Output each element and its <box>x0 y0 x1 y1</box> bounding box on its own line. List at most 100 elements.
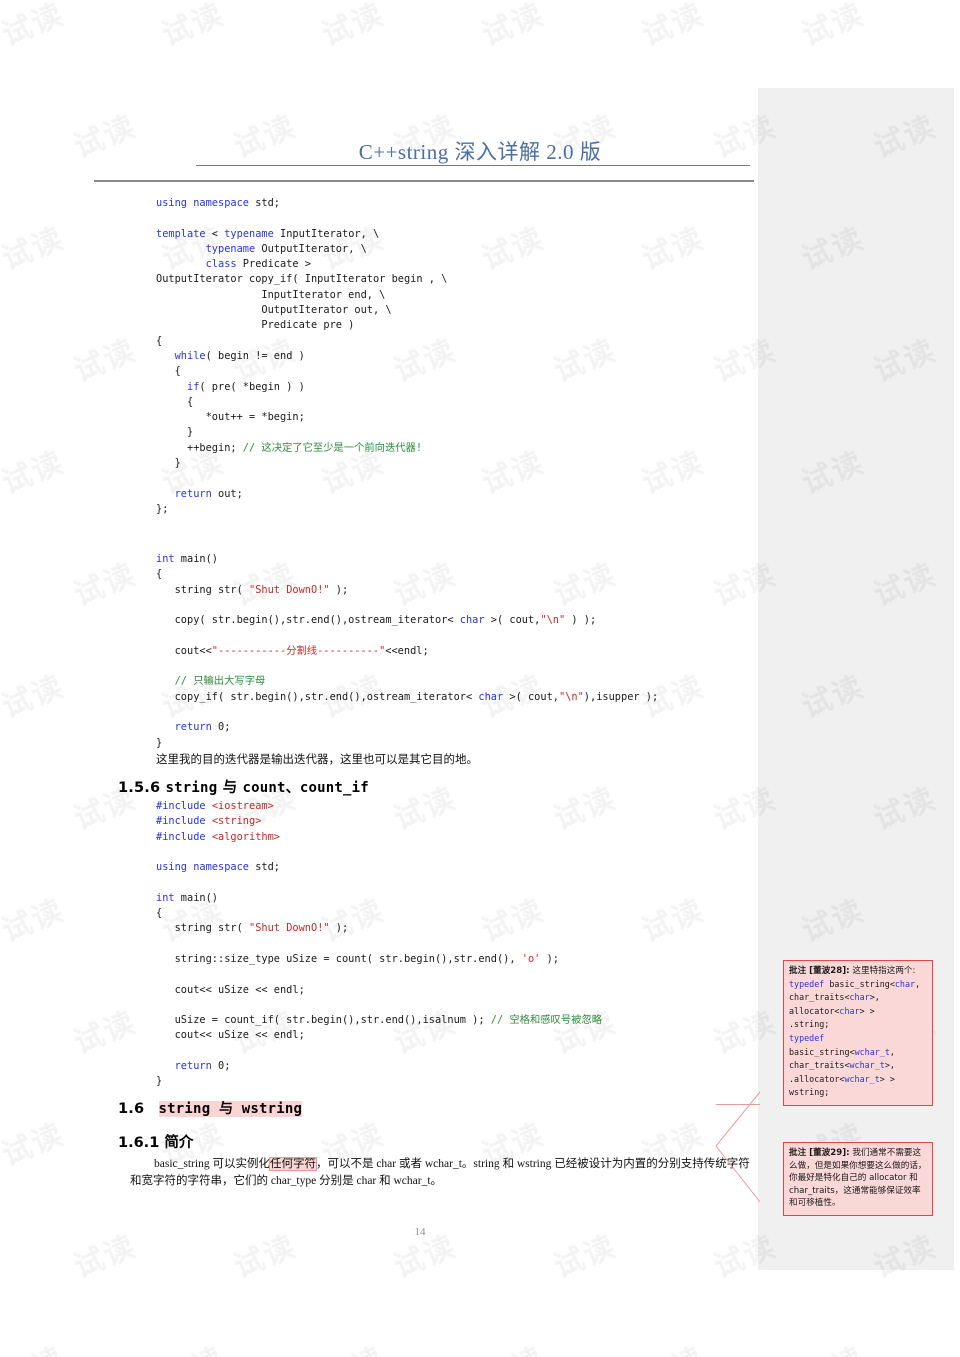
comment-code-token: char_traits< <box>789 1060 850 1071</box>
heading-1-5-6: 1.5.6 string 与 count、count_if <box>118 776 369 797</box>
code-line: copy_if( str.begin(),str.end(),ostream_i… <box>156 690 659 705</box>
watermark-text: 试读 <box>154 0 230 54</box>
code-token: { <box>156 395 194 408</box>
code-line: string str( "Shut DownO!" ); <box>156 921 602 936</box>
code-token: OutputIterator copy_if( InputIterator be… <box>156 273 448 286</box>
code-token: 0; <box>211 1060 231 1073</box>
comment-code-line: .allocator<wchar_t> > <box>789 1073 927 1087</box>
code-token: ( begin != end ) <box>205 349 305 362</box>
watermark-text: 试读 <box>0 886 70 951</box>
code-line: cout<<"-----------分割线----------"<<endl; <box>156 644 658 659</box>
code-token: >( cout, <box>484 614 541 627</box>
comment-code-token: typedef <box>789 1032 825 1043</box>
comment-code-line: .string; <box>789 1018 927 1032</box>
code-token: ); <box>540 952 559 965</box>
code-line: cout<< uSize << endl; <box>156 1028 602 1043</box>
watermark-text: 试读 <box>0 662 70 727</box>
watermark-text: 试读 <box>66 326 142 391</box>
code-token: ); <box>329 583 349 596</box>
comment-code-token: wchar_t <box>849 1060 885 1071</box>
code-line: { <box>156 906 602 921</box>
code-token: #include <box>156 800 206 812</box>
code-line: typename OutputIterator, \ <box>156 242 447 257</box>
heading-1-5-6-title-mid: 与 <box>217 780 243 796</box>
heading-1-6-1-title: 简介 <box>164 1135 194 1151</box>
watermark-text: 试读 <box>954 0 960 54</box>
code-line: OutputIterator out, \ <box>156 303 447 318</box>
code-token: OutputIterator, \ <box>255 242 367 255</box>
comment-code-line: char_traits<char>, <box>789 991 927 1005</box>
code-token: return <box>174 487 212 500</box>
code-token: ); <box>329 922 349 935</box>
code-token: // 空格和感叹号被忽略 <box>490 1014 603 1027</box>
watermark-text: 试读 <box>0 438 70 503</box>
comment-code-line: char_traits<wchar_t>, <box>789 1059 927 1073</box>
code-token: using namespace <box>156 197 249 209</box>
watermark-text: 试读 <box>66 998 142 1063</box>
margin-comment-28[interactable]: 批注 [董波28]: 这里特指这两个: typedef basic_string<… <box>783 960 933 1106</box>
watermark-text: 试读 <box>474 438 550 503</box>
comment-code-line: typedef basic_string<char, <box>789 978 927 992</box>
comment-code-token: .string; <box>789 1019 830 1030</box>
code-token: { <box>156 907 163 920</box>
comment-code-token: > > <box>859 1005 875 1016</box>
comment-code-line: basic_string<wchar_t, <box>789 1046 927 1060</box>
watermark-text: 试读 <box>954 1334 960 1357</box>
code-token: #include <box>156 830 206 843</box>
watermark-text: 试读 <box>954 214 960 279</box>
code-token: cout<< <box>156 644 212 657</box>
watermark-text: 试读 <box>474 0 550 54</box>
comment-code-token: char <box>839 1005 860 1016</box>
code-line: { <box>156 364 447 379</box>
comment-code-line: allocator<char> > <box>789 1005 927 1019</box>
intro-part-1: basic_string 可以实例化 <box>154 1158 270 1170</box>
code-block-count: #include <iostream> #include <string> #inc… <box>156 799 602 1090</box>
comment-author-label: 批注 [董波28]: <box>789 966 850 976</box>
watermark-text: 试读 <box>66 550 142 615</box>
code-line: } <box>156 1074 602 1089</box>
code-line: } <box>156 736 658 751</box>
code-token: typename <box>224 227 274 240</box>
code-token: Predicate > <box>236 258 312 271</box>
code-line: return 0; <box>156 720 658 735</box>
code-line: if( pre( *begin ) ) <box>156 380 447 395</box>
watermark-text: 试读 <box>634 214 710 279</box>
code-token: char <box>459 614 485 627</box>
code-token: "\n" <box>558 690 584 703</box>
heading-1-5-6-title-suffix: count、count_if <box>242 780 369 796</box>
code-token: main() <box>174 891 219 904</box>
margin-comment-29[interactable]: 批注 [董波29]: 我们通常不需要这么做，但是如果你想要这么做的话，你最好是特… <box>783 1142 933 1216</box>
code-line: { <box>156 567 658 582</box>
comment-code-token: > > <box>879 1073 895 1084</box>
watermark-text: 试读 <box>546 326 622 391</box>
code-token: int <box>156 553 175 565</box>
code-token: "\n" <box>540 614 566 627</box>
watermark-text: 试读 <box>954 1110 960 1175</box>
comment-code-token: wstring; <box>789 1087 830 1098</box>
watermark-text: 试读 <box>634 1334 710 1357</box>
code-line: while( begin != end ) <box>156 349 447 364</box>
code-token: cout<< uSize << endl; <box>156 983 305 996</box>
code-line: uSize = count_if( str.begin(),str.end(),… <box>156 1013 602 1028</box>
code-token: *out++ = *begin; <box>156 411 305 424</box>
watermark-text: 试读 <box>634 886 710 951</box>
code-token: // 这决定了它至少是一个前向迭代器! <box>242 441 423 454</box>
watermark-text: 试读 <box>634 0 710 54</box>
code-token: ( pre( *begin ) ) <box>199 380 305 393</box>
heading-1-5-6-number: 1.5.6 <box>118 780 161 796</box>
code-token: }; <box>156 502 169 515</box>
comment-code-token: >, <box>884 1060 895 1071</box>
intro-highlight: 任何字符 <box>268 1157 317 1171</box>
code-token: class <box>205 258 237 271</box>
code-line: #include <iostream> <box>156 799 602 814</box>
code-token: "Shut DownO!" <box>249 922 330 935</box>
page-number: 14 <box>414 1226 426 1238</box>
watermark-text: 试读 <box>0 1110 70 1175</box>
comment-code-token: char <box>849 992 870 1003</box>
code-token: } <box>156 1075 163 1088</box>
